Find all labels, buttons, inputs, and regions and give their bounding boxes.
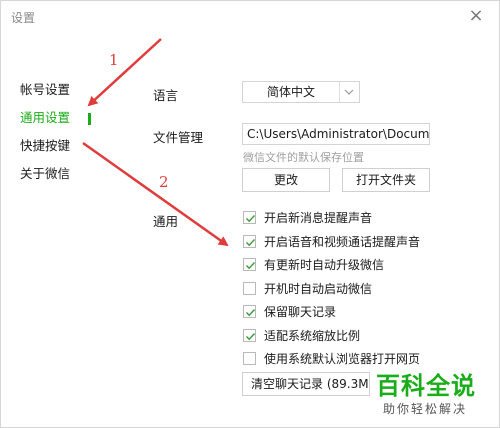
window-title: 设置 xyxy=(11,11,36,25)
checkmark-icon xyxy=(246,332,256,340)
sidebar-item-shortcuts[interactable]: 快捷按键 xyxy=(20,135,70,154)
checkbox-checked[interactable] xyxy=(243,258,256,271)
file-path-hint: 微信文件的默认保存位置 xyxy=(243,151,364,164)
checkbox-unchecked[interactable] xyxy=(243,352,256,365)
option-label: 开启语音和视频通话提醒声音 xyxy=(264,234,421,249)
watermark-logo: 百科全说 xyxy=(376,372,476,400)
general-label: 通用 xyxy=(153,214,179,229)
close-button[interactable]: × xyxy=(465,5,487,27)
sidebar-item-account[interactable]: 帐号设置 xyxy=(20,79,70,98)
sidebar-item-about[interactable]: 关于微信 xyxy=(20,163,70,182)
option-label: 开机时自动启动微信 xyxy=(264,281,373,296)
option-label: 适配系统缩放比例 xyxy=(264,328,361,343)
checkmark-icon xyxy=(246,262,256,270)
option-label: 开启新消息提醒声音 xyxy=(264,211,373,225)
active-indicator xyxy=(88,113,91,125)
file-management-label: 文件管理 xyxy=(153,130,204,145)
option-label: 保留聊天记录 xyxy=(264,305,337,319)
annotation-number-2: 2 xyxy=(159,173,169,191)
language-value: 简体中文 xyxy=(266,85,315,99)
sidebar-item-general[interactable]: 通用设置 xyxy=(20,107,70,126)
checkmark-icon xyxy=(246,238,256,246)
checkbox-checked[interactable] xyxy=(243,328,256,342)
checkbox-checked[interactable] xyxy=(243,211,256,224)
language-select[interactable]: 简体中文 xyxy=(242,81,360,103)
settings-window: 设置 × 帐号设置 通用设置 快捷按键 关于微信 语言 简体中文 文件管理 C:… xyxy=(0,0,500,428)
language-label: 语言 xyxy=(153,88,179,103)
chevron-down-icon xyxy=(339,82,359,102)
clear-history-button[interactable]: 清空聊天记录 (89.3M xyxy=(242,372,370,396)
arrow-1 xyxy=(87,38,162,107)
checkmark-icon xyxy=(246,215,256,223)
checkbox-checked[interactable] xyxy=(243,234,256,248)
annotation-number-1: 1 xyxy=(109,51,119,69)
file-path-field[interactable]: C:\Users\Administrator\Docum xyxy=(242,123,430,145)
change-button[interactable]: 更改 xyxy=(242,168,330,192)
watermark-slogan: 助你轻松解决 xyxy=(383,402,468,416)
option-label: 使用系统默认浏览器打开网页 xyxy=(264,352,421,366)
open-folder-button[interactable]: 打开文件夹 xyxy=(342,168,430,192)
checkmark-icon xyxy=(246,309,256,317)
checkbox-unchecked[interactable] xyxy=(243,281,256,295)
checkbox-checked[interactable] xyxy=(243,305,256,318)
option-label: 有更新时自动升级微信 xyxy=(264,258,385,272)
